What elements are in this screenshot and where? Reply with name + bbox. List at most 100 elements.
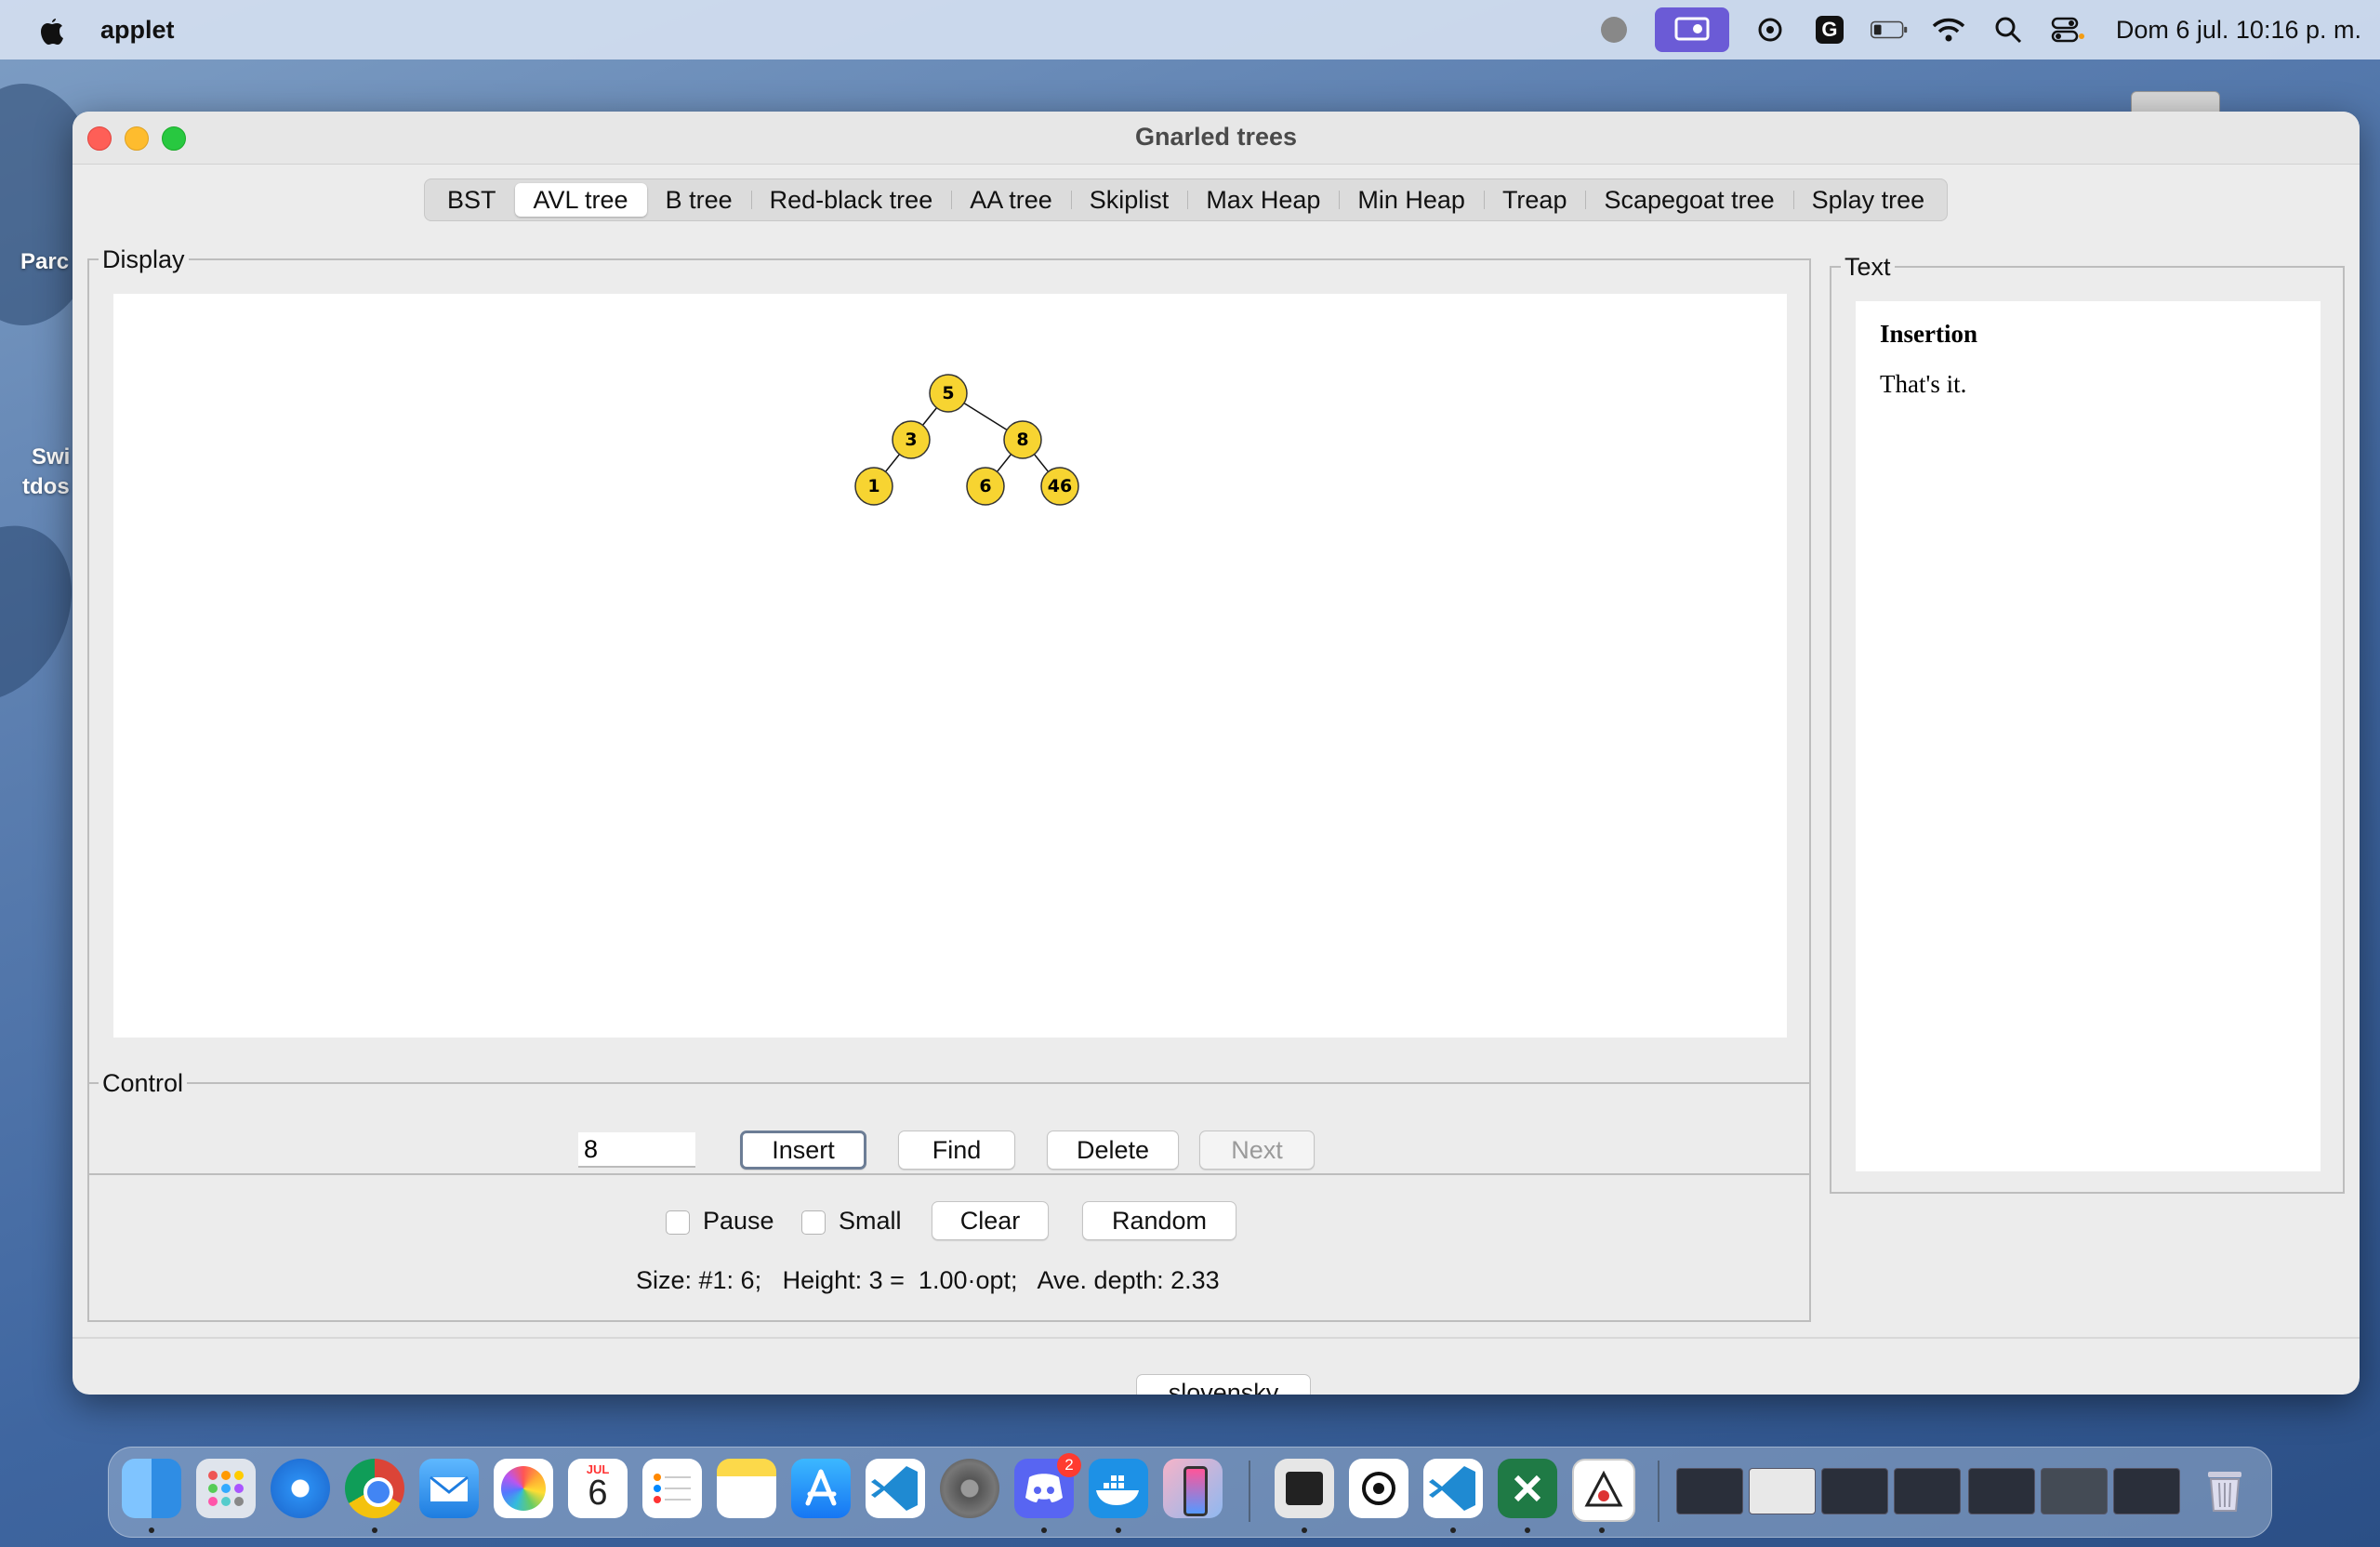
app-name[interactable]: applet <box>100 16 175 45</box>
tab-bst[interactable]: BST <box>429 183 515 217</box>
openai-icon[interactable] <box>1752 11 1789 48</box>
desktop-item-label[interactable]: Swi <box>32 444 70 470</box>
dock-separator <box>1249 1461 1250 1522</box>
iphone-mirroring-icon[interactable] <box>1163 1459 1223 1518</box>
tree-node: 8 <box>1003 420 1042 459</box>
random-button[interactable]: Random <box>1082 1201 1236 1240</box>
tree-node-label: 5 <box>942 383 954 403</box>
running-indicator <box>372 1527 377 1533</box>
minimized-window-thumbnail[interactable] <box>1821 1468 1888 1514</box>
next-button[interactable]: Next <box>1199 1130 1315 1170</box>
docker-icon[interactable] <box>1089 1459 1148 1518</box>
delete-button[interactable]: Delete <box>1047 1130 1179 1170</box>
text-body: That's it. <box>1880 370 1967 398</box>
minimized-window-thumbnail[interactable] <box>2113 1468 2180 1514</box>
finder-icon[interactable] <box>122 1459 181 1518</box>
tree-statistics: Size: #1: 6; Height: 3 = 1.00·opt; Ave. … <box>636 1266 1220 1294</box>
chatgpt-icon[interactable] <box>1349 1459 1408 1518</box>
tree-display-canvas[interactable]: 5 3 8 1 6 46 <box>113 294 1787 1038</box>
tab-skiplist[interactable]: Skiplist <box>1070 183 1188 217</box>
notes-icon[interactable] <box>717 1459 776 1518</box>
vscode-icon[interactable] <box>1423 1459 1483 1518</box>
tree-type-tabs: BST AVL tree B tree Red-black tree AA tr… <box>424 178 1949 221</box>
desktop-item-label[interactable]: tdos <box>22 474 70 500</box>
text-panel-content: Insertion That's it. <box>1856 301 2320 1171</box>
tree-node: 3 <box>892 420 931 459</box>
clear-button[interactable]: Clear <box>932 1201 1049 1240</box>
launchpad-icon[interactable] <box>196 1459 256 1518</box>
minimized-window-thumbnail[interactable] <box>1894 1468 1961 1514</box>
photos-icon[interactable] <box>494 1459 553 1518</box>
tab-splay-tree[interactable]: Splay tree <box>1792 183 1944 217</box>
tree-node-label: 1 <box>867 476 879 496</box>
java-icon[interactable] <box>1572 1459 1635 1522</box>
tab-avl-tree[interactable]: AVL tree <box>514 183 647 217</box>
reminders-icon[interactable] <box>642 1459 702 1518</box>
text-heading: Insertion <box>1880 320 1978 348</box>
minimized-window-thumbnail[interactable] <box>1968 1468 2035 1514</box>
menu-bar: applet G Dom 6 jul. 10:16 p. m. <box>0 0 2380 60</box>
insert-button[interactable]: Insert <box>740 1130 866 1170</box>
vscode-icon[interactable] <box>866 1459 925 1518</box>
minimized-window-thumbnail[interactable] <box>2041 1468 2108 1514</box>
dock-separator <box>1658 1461 1659 1522</box>
running-indicator <box>1525 1527 1530 1533</box>
display-group-title: Display <box>99 245 189 274</box>
language-button[interactable]: slovensky <box>1136 1374 1311 1395</box>
tree-node: 5 <box>929 374 968 413</box>
wifi-icon[interactable] <box>1930 11 1967 48</box>
tree-node-label: 6 <box>979 476 991 496</box>
tree-node: 1 <box>854 467 893 506</box>
battery-icon[interactable] <box>1870 11 1908 48</box>
control-group-title: Control <box>99 1069 188 1098</box>
calendar-icon[interactable]: JUL 6 <box>568 1459 628 1518</box>
running-indicator <box>1450 1527 1456 1533</box>
control-group: Control Insert Find Delete Next Pause Sm… <box>87 1069 1811 1322</box>
tab-b-tree[interactable]: B tree <box>647 183 751 217</box>
minimized-window-thumbnail[interactable] <box>1676 1468 1743 1514</box>
running-indicator <box>149 1527 154 1533</box>
pause-checkbox[interactable] <box>666 1210 690 1235</box>
chrome-icon[interactable] <box>345 1459 404 1518</box>
safari-icon[interactable] <box>271 1459 330 1518</box>
display-group: Display 5 3 8 1 6 46 <box>87 245 1811 1175</box>
pause-label: Pause <box>703 1207 774 1235</box>
tree-node: 6 <box>966 467 1005 506</box>
tree-node-label: 3 <box>905 430 917 450</box>
running-indicator <box>1599 1527 1605 1533</box>
tree-node-label: 8 <box>1016 430 1028 450</box>
app-store-icon[interactable] <box>791 1459 851 1518</box>
discord-notification-badge: 2 <box>1057 1453 1081 1477</box>
screen-share-icon[interactable] <box>1654 7 1729 52</box>
menu-bar-clock[interactable]: Dom 6 jul. 10:16 p. m. <box>2116 16 2361 45</box>
record-icon[interactable] <box>1595 11 1633 48</box>
tree-node: 46 <box>1040 467 1079 506</box>
key-input[interactable] <box>578 1132 695 1168</box>
tree-node-label: 46 <box>1048 476 1072 496</box>
trash-icon[interactable] <box>2195 1459 2254 1518</box>
search-icon[interactable] <box>1990 11 2027 48</box>
control-center-icon[interactable] <box>2049 11 2086 48</box>
small-checkbox[interactable] <box>801 1210 826 1235</box>
tab-scapegoat-tree[interactable]: Scapegoat tree <box>1585 183 1792 217</box>
excel-icon[interactable] <box>1498 1459 1557 1518</box>
small-label: Small <box>839 1207 902 1235</box>
system-settings-icon[interactable] <box>940 1459 999 1518</box>
apple-menu-icon[interactable] <box>35 13 65 46</box>
title-bar: Gnarled trees <box>73 112 2360 165</box>
mail-icon[interactable] <box>419 1459 479 1518</box>
minimized-window-thumbnail[interactable] <box>1749 1468 1816 1514</box>
desktop-item-label[interactable]: Parc <box>20 249 69 275</box>
tab-aa-tree[interactable]: AA tree <box>951 183 1071 217</box>
tab-min-heap[interactable]: Min Heap <box>1339 183 1484 217</box>
running-indicator <box>1302 1527 1307 1533</box>
gnarled-trees-window: Gnarled trees BST AVL tree B tree Red-bl… <box>73 112 2360 1395</box>
grammarly-icon[interactable]: G <box>1811 11 1848 48</box>
terminal-icon[interactable] <box>1275 1459 1334 1518</box>
tab-treap[interactable]: Treap <box>1483 183 1586 217</box>
bottom-divider <box>73 1337 2360 1339</box>
text-group: Text Insertion That's it. <box>1830 253 2345 1194</box>
find-button[interactable]: Find <box>898 1130 1015 1170</box>
tab-red-black-tree[interactable]: Red-black tree <box>750 183 952 217</box>
tab-max-heap[interactable]: Max Heap <box>1187 183 1339 217</box>
